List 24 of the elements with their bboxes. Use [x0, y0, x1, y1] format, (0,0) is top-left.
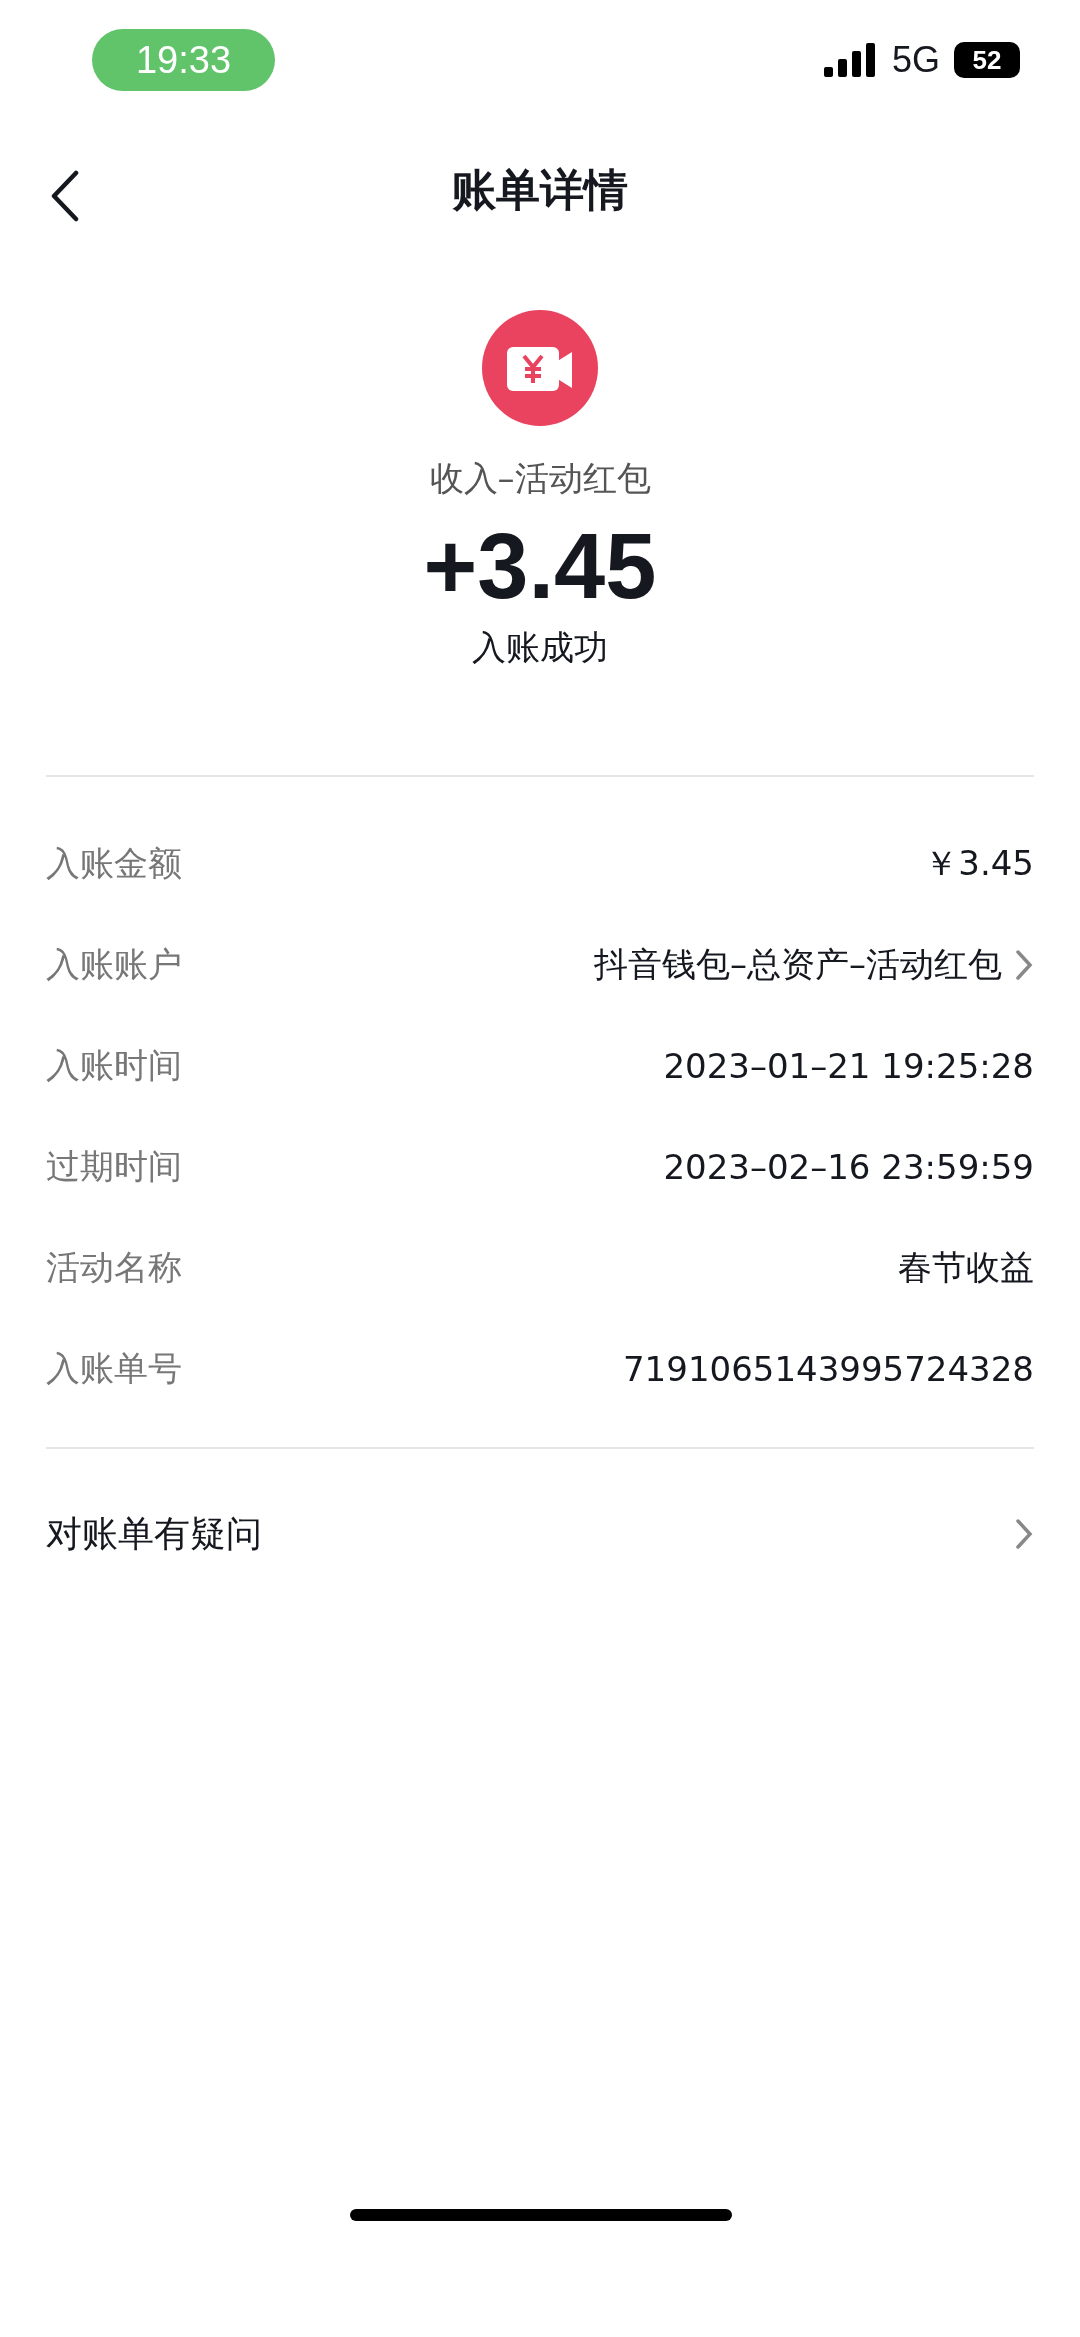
detail-value: 2023–02–16 23:59:59	[663, 1146, 1034, 1187]
network-label: 5G	[891, 39, 940, 81]
detail-value: 春节收益	[898, 1245, 1034, 1289]
help-link[interactable]: 对账单有疑问	[46, 1509, 262, 1559]
yuan-camera-icon	[482, 310, 598, 426]
page-title: 账单详情	[452, 162, 628, 217]
transaction-category: 收入–活动红包	[429, 457, 651, 500]
battery-indicator: 52	[954, 42, 1020, 78]
detail-label: 入账时间	[46, 1043, 182, 1087]
detail-label: 活动名称	[46, 1245, 182, 1289]
detail-value: ￥3.45	[924, 841, 1034, 885]
transaction-status: 入账成功	[472, 626, 608, 669]
detail-label: 入账金额	[46, 841, 182, 885]
detail-label: 过期时间	[46, 1144, 182, 1188]
chevron-right-icon	[1014, 948, 1034, 981]
amount: +3.45	[423, 514, 657, 619]
status-time: 19:33	[92, 29, 275, 91]
detail-value[interactable]: 抖音钱包–总资产–活动红包	[594, 941, 1002, 988]
chevron-right-icon	[1014, 1518, 1034, 1550]
detail-value: 2023–01–21 19:25:28	[663, 1045, 1034, 1086]
detail-value: 7191065143995724328	[623, 1348, 1034, 1389]
signal-icon	[823, 43, 878, 77]
detail-label: 入账单号	[46, 1346, 182, 1390]
detail-label: 入账账户	[46, 942, 182, 986]
